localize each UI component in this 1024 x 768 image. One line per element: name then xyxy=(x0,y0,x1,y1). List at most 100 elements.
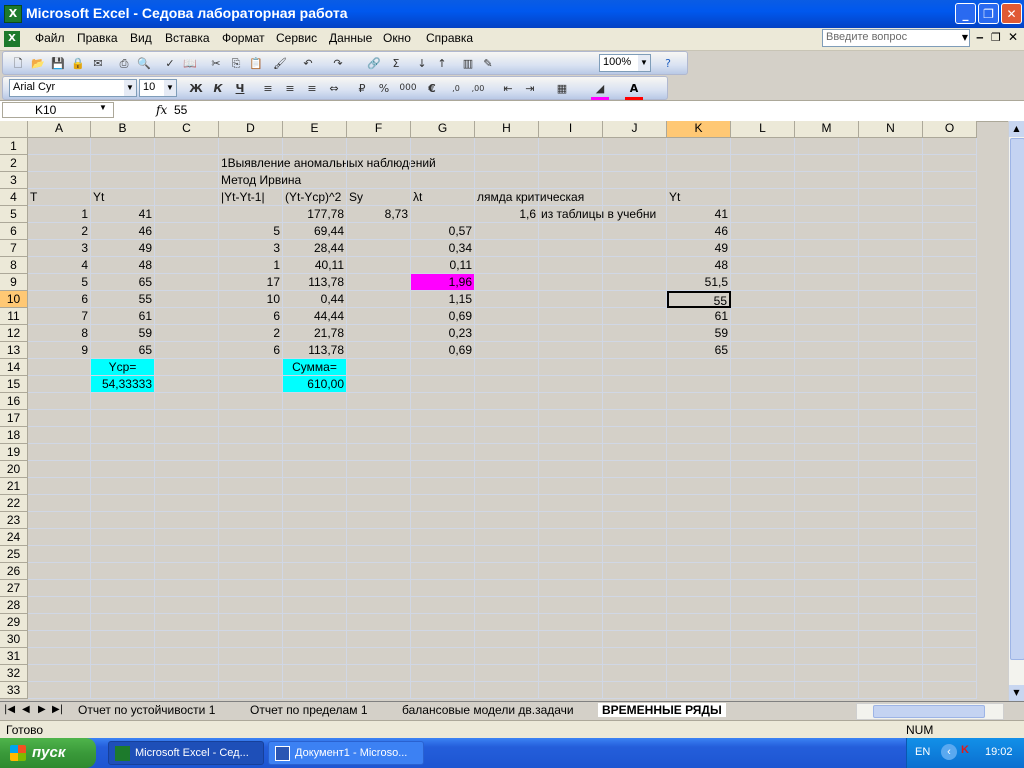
cell-l13[interactable] xyxy=(731,342,795,359)
language-indicator[interactable]: EN xyxy=(915,746,930,758)
cell-d21[interactable] xyxy=(219,478,283,495)
menu-tools[interactable]: Сервис xyxy=(276,31,317,45)
cell-b11[interactable]: 61 xyxy=(91,308,155,325)
cell-o18[interactable] xyxy=(923,427,977,444)
menu-format[interactable]: Формат xyxy=(222,31,265,45)
cell-j7[interactable] xyxy=(603,240,667,257)
cell-f28[interactable] xyxy=(347,597,411,614)
cell-i12[interactable] xyxy=(539,325,603,342)
cell-l7[interactable] xyxy=(731,240,795,257)
cell-a32[interactable] xyxy=(28,665,91,682)
cell-n9[interactable] xyxy=(859,274,923,291)
cell-j2[interactable] xyxy=(603,155,667,172)
cell-b31[interactable] xyxy=(91,648,155,665)
cell-i24[interactable] xyxy=(539,529,603,546)
cell-i17[interactable] xyxy=(539,410,603,427)
cell-o23[interactable] xyxy=(923,512,977,529)
cell-a13[interactable]: 9 xyxy=(28,342,91,359)
font-color-icon[interactable]: A xyxy=(625,80,643,100)
cell-h15[interactable] xyxy=(475,376,539,393)
fx-icon[interactable]: fx xyxy=(156,103,167,117)
cell-c23[interactable] xyxy=(155,512,219,529)
cell-h18[interactable] xyxy=(475,427,539,444)
cell-h28[interactable] xyxy=(475,597,539,614)
restore-button[interactable]: ❐ xyxy=(978,3,999,24)
cell-n7[interactable] xyxy=(859,240,923,257)
cell-m16[interactable] xyxy=(795,393,859,410)
column-header-m[interactable]: M xyxy=(795,121,859,138)
autosum-icon[interactable]: Σ xyxy=(387,55,405,72)
cell-l16[interactable] xyxy=(731,393,795,410)
row-header-15[interactable]: 15 xyxy=(0,376,28,393)
cell-b29[interactable] xyxy=(91,614,155,631)
cell-c21[interactable] xyxy=(155,478,219,495)
cell-o12[interactable] xyxy=(923,325,977,342)
cell-l2[interactable] xyxy=(731,155,795,172)
decrease-indent-icon[interactable]: ⇤ xyxy=(499,80,517,97)
cell-h17[interactable] xyxy=(475,410,539,427)
cell-f22[interactable] xyxy=(347,495,411,512)
cell-c7[interactable] xyxy=(155,240,219,257)
cell-i30[interactable] xyxy=(539,631,603,648)
cell-a2[interactable] xyxy=(28,155,91,172)
cell-m30[interactable] xyxy=(795,631,859,648)
cell-o27[interactable] xyxy=(923,580,977,597)
column-header-e[interactable]: E xyxy=(283,121,347,138)
cell-n12[interactable] xyxy=(859,325,923,342)
row-header-27[interactable]: 27 xyxy=(0,580,28,597)
cell-m29[interactable] xyxy=(795,614,859,631)
cell-c24[interactable] xyxy=(155,529,219,546)
cell-j17[interactable] xyxy=(603,410,667,427)
cell-l11[interactable] xyxy=(731,308,795,325)
column-header-g[interactable]: G xyxy=(411,121,475,138)
cell-o19[interactable] xyxy=(923,444,977,461)
cell-k15[interactable] xyxy=(667,376,731,393)
increase-decimal-icon[interactable]: ,0 xyxy=(447,80,465,97)
cell-e32[interactable] xyxy=(283,665,347,682)
cell-m28[interactable] xyxy=(795,597,859,614)
cell-j5[interactable] xyxy=(603,206,667,223)
cell-d31[interactable] xyxy=(219,648,283,665)
cell-f17[interactable] xyxy=(347,410,411,427)
cell-l14[interactable] xyxy=(731,359,795,376)
cell-h30[interactable] xyxy=(475,631,539,648)
cell-f29[interactable] xyxy=(347,614,411,631)
cell-d7[interactable]: 3 xyxy=(219,240,283,257)
cell-g4[interactable]: λt xyxy=(411,189,475,206)
cell-g26[interactable] xyxy=(411,563,475,580)
cell-d27[interactable] xyxy=(219,580,283,597)
zoom-dropdown-icon[interactable]: ▼ xyxy=(638,55,650,71)
cell-e24[interactable] xyxy=(283,529,347,546)
row-header-10[interactable]: 10 xyxy=(0,291,28,308)
cell-d13[interactable]: 6 xyxy=(219,342,283,359)
cell-c25[interactable] xyxy=(155,546,219,563)
cell-i1[interactable] xyxy=(539,138,603,155)
cell-o2[interactable] xyxy=(923,155,977,172)
cell-o9[interactable] xyxy=(923,274,977,291)
cell-b25[interactable] xyxy=(91,546,155,563)
cell-k19[interactable] xyxy=(667,444,731,461)
formula-input[interactable]: 55 xyxy=(174,103,187,117)
row-header-13[interactable]: 13 xyxy=(0,342,28,359)
cell-d23[interactable] xyxy=(219,512,283,529)
thousands-icon[interactable]: 000 xyxy=(399,80,417,97)
cell-a19[interactable] xyxy=(28,444,91,461)
cell-f21[interactable] xyxy=(347,478,411,495)
cell-j12[interactable] xyxy=(603,325,667,342)
cell-n31[interactable] xyxy=(859,648,923,665)
cell-i13[interactable] xyxy=(539,342,603,359)
antivirus-icon[interactable]: K xyxy=(961,744,977,760)
cell-o11[interactable] xyxy=(923,308,977,325)
cell-i23[interactable] xyxy=(539,512,603,529)
cell-n6[interactable] xyxy=(859,223,923,240)
cell-c20[interactable] xyxy=(155,461,219,478)
cell-l1[interactable] xyxy=(731,138,795,155)
cell-n1[interactable] xyxy=(859,138,923,155)
cell-i25[interactable] xyxy=(539,546,603,563)
hyperlink-icon[interactable]: 🔗 xyxy=(365,55,383,72)
cell-j14[interactable] xyxy=(603,359,667,376)
cell-k32[interactable] xyxy=(667,665,731,682)
cell-h32[interactable] xyxy=(475,665,539,682)
cell-k27[interactable] xyxy=(667,580,731,597)
cell-k9[interactable]: 51,5 xyxy=(667,274,731,291)
